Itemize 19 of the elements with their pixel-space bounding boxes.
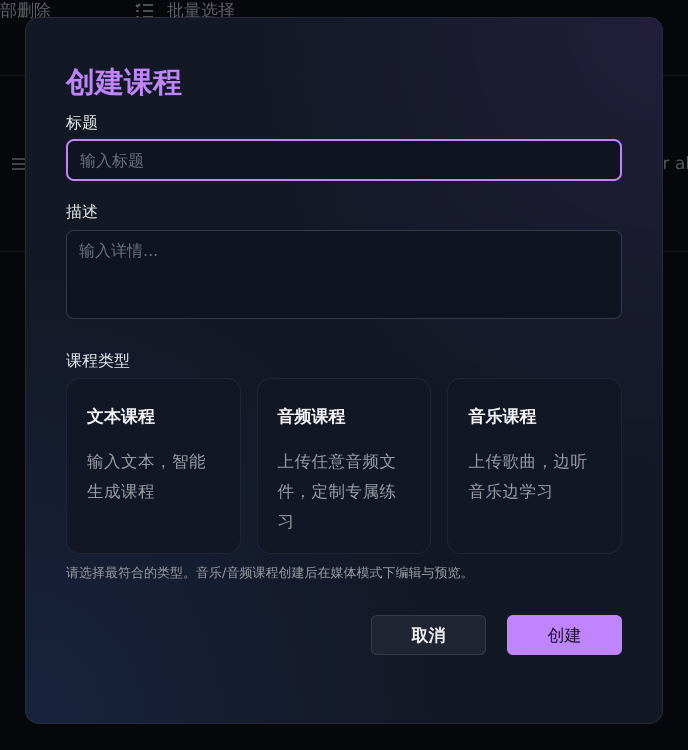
dialog-title: 创建课程 [66, 64, 183, 101]
card-description: 输入文本，智能生成课程 [87, 451, 207, 503]
cancel-button[interactable]: 取消 [371, 615, 486, 655]
create-button[interactable]: 创建 [507, 615, 622, 655]
description-input[interactable]: 输入详情... [66, 230, 622, 319]
list-icon [135, 3, 153, 19]
course-type-card[interactable]: 文本课程 输入文本，智能生成课程 [66, 378, 241, 554]
course-type-card[interactable]: 音乐课程 上传歌曲，边听音乐边学习 [447, 378, 622, 554]
card-description: 上传歌曲，边听音乐边学习 [468, 451, 588, 503]
field-label: 描述 [66, 201, 99, 223]
field-label: 标题 [66, 112, 99, 134]
course-type-card[interactable]: 音频课程 上传任意音频文件，定制专属练习 [256, 378, 432, 554]
title-input[interactable]: 输入标题 [66, 139, 622, 181]
field-label: 课程类型 [66, 350, 131, 372]
card-title: 文本课程 [87, 406, 156, 429]
hint-text: 请选择最符合的类型。音乐/音频课程创建后在媒体模式下编辑与预览。 [66, 565, 474, 583]
card-title: 音频课程 [278, 406, 347, 429]
card-description: 上传任意音频文件，定制专属练习 [278, 451, 398, 533]
card-title: 音乐课程 [468, 406, 538, 429]
